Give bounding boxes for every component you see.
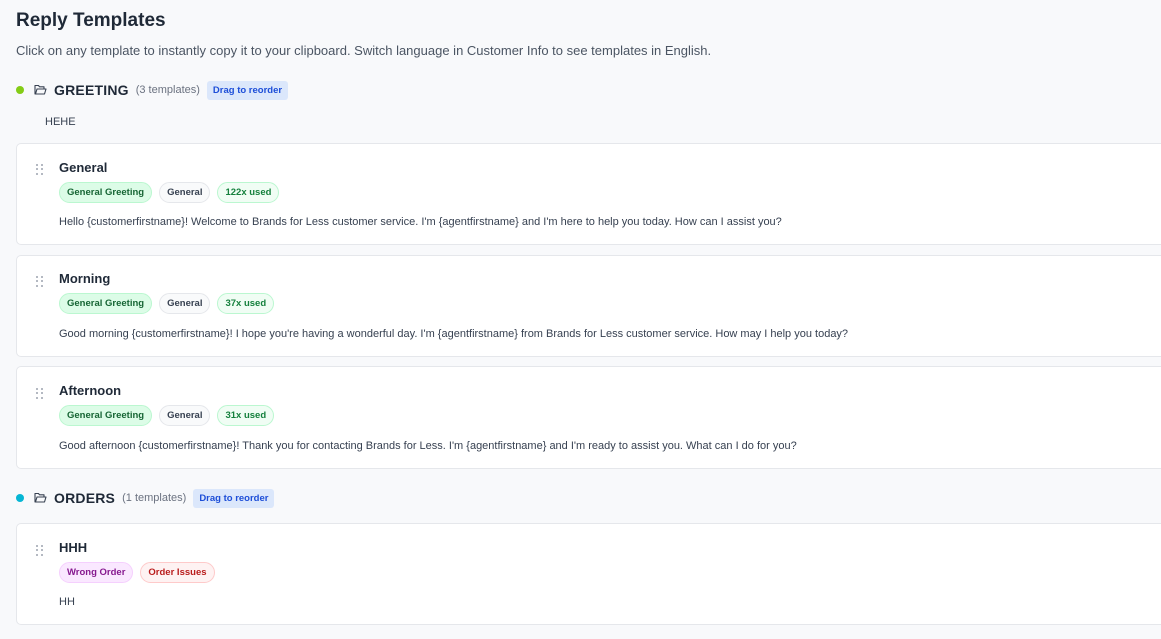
tag-category: General Greeting xyxy=(59,405,153,426)
tag-subcategory: General xyxy=(159,182,211,203)
tag-category: General Greeting xyxy=(59,293,153,314)
category-description: HEHE xyxy=(45,116,76,128)
grip-vertical-icon[interactable] xyxy=(36,164,44,175)
tag-subcategory: Order Issues xyxy=(140,562,215,583)
tag-category: General Greeting xyxy=(59,182,153,203)
template-title: General xyxy=(59,160,108,175)
template-body: HH xyxy=(59,596,75,608)
drag-to-reorder-badge[interactable]: Drag to reorder xyxy=(206,80,289,100)
template-card-afternoon[interactable]: Afternoon General Greeting General 31x u… xyxy=(16,366,1161,469)
tag-subcategory: General xyxy=(159,405,211,426)
tag-subcategory: General xyxy=(159,293,211,314)
folder-open-icon xyxy=(34,84,47,96)
grip-vertical-icon[interactable] xyxy=(36,545,44,556)
category-name: GREETING xyxy=(54,82,129,98)
template-title: Afternoon xyxy=(59,383,122,398)
category-header-orders[interactable]: ORDERS (1 templates) Drag to reorder xyxy=(16,488,275,508)
template-body: Good morning {customerfirstname}! I hope… xyxy=(59,328,849,340)
template-body: Good afternoon {customerfirstname}! Than… xyxy=(59,440,797,452)
template-card-general[interactable]: General General Greeting General 122x us… xyxy=(16,143,1161,245)
category-name: ORDERS xyxy=(54,490,116,506)
category-header-greeting[interactable]: GREETING (3 templates) Drag to reorder xyxy=(16,80,289,100)
usage-badge: 31x used xyxy=(217,405,275,426)
template-card-morning[interactable]: Morning General Greeting General 37x use… xyxy=(16,255,1161,357)
category-status-dot xyxy=(16,86,24,94)
grip-vertical-icon[interactable] xyxy=(36,276,44,287)
usage-badge: 122x used xyxy=(217,182,280,203)
template-tags: General Greeting General 122x used xyxy=(59,182,280,203)
template-tags: Wrong Order Order Issues xyxy=(59,562,215,583)
page-title: Reply Templates xyxy=(16,10,166,31)
drag-to-reorder-badge[interactable]: Drag to reorder xyxy=(193,488,275,508)
usage-badge: 37x used xyxy=(217,293,275,314)
category-count: (1 templates) xyxy=(122,492,187,504)
page-subtitle: Click on any template to instantly copy … xyxy=(16,43,712,58)
category-count: (3 templates) xyxy=(135,84,200,96)
template-card-hhh[interactable]: HHH Wrong Order Order Issues HH xyxy=(16,523,1161,625)
category-status-dot xyxy=(16,494,24,502)
template-tags: General Greeting General 37x used xyxy=(59,293,275,314)
grip-vertical-icon[interactable] xyxy=(36,388,44,399)
template-body: Hello {customerfirstname}! Welcome to Br… xyxy=(59,216,782,228)
tag-category: Wrong Order xyxy=(59,562,134,583)
folder-open-icon xyxy=(34,492,47,504)
template-tags: General Greeting General 31x used xyxy=(59,405,275,426)
template-title: Morning xyxy=(59,271,111,286)
template-title: HHH xyxy=(59,540,88,555)
reply-templates-page: Reply Templates Click on any template to… xyxy=(0,0,1161,639)
